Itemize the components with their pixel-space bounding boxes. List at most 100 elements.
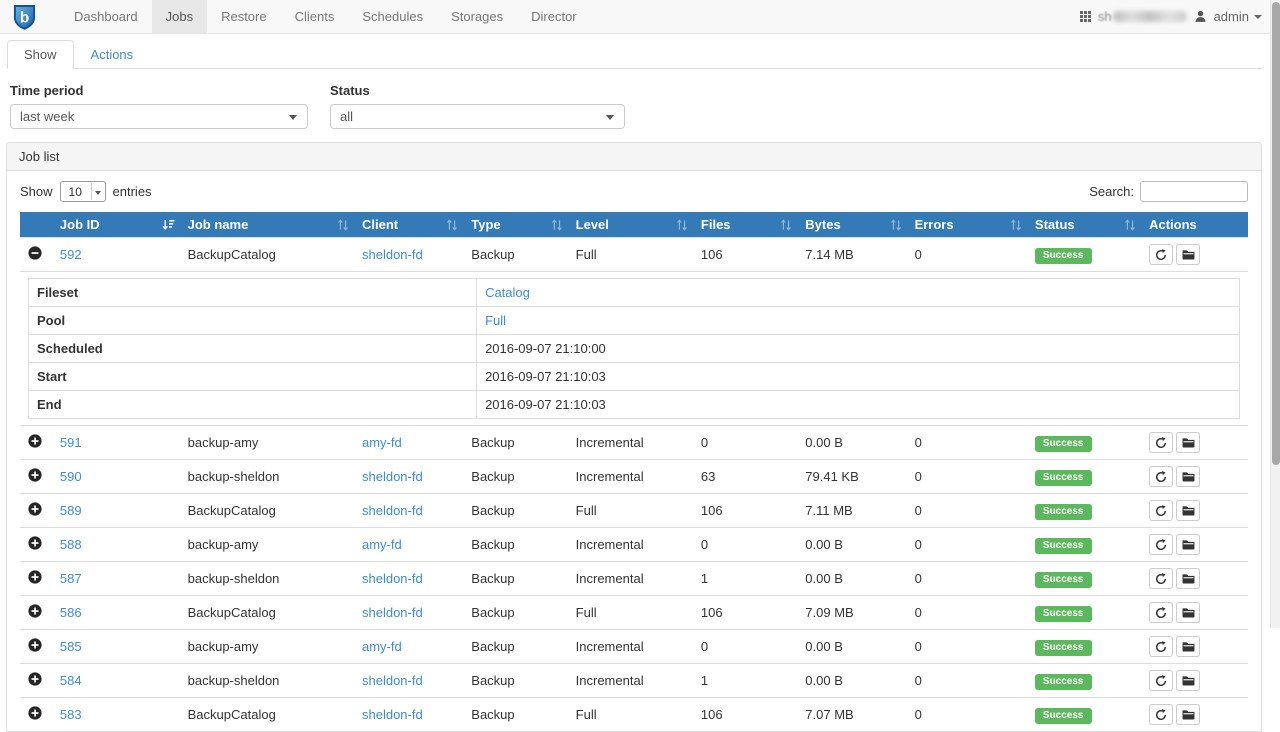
- job-log-button[interactable]: [1176, 602, 1200, 623]
- client-link[interactable]: sheldon-fd: [362, 571, 423, 586]
- user-menu[interactable]: admin: [1214, 9, 1262, 24]
- job-log-button[interactable]: [1176, 568, 1200, 589]
- job-id-link[interactable]: 590: [60, 469, 82, 484]
- client-link[interactable]: amy-fd: [362, 435, 402, 450]
- job-id-link[interactable]: 584: [60, 673, 82, 688]
- job-log-button[interactable]: [1176, 466, 1200, 487]
- rerun-job-button[interactable]: [1149, 670, 1173, 691]
- rerun-job-button[interactable]: [1149, 466, 1173, 487]
- errors-cell: 0: [907, 460, 1027, 494]
- type-cell: Backup: [463, 426, 567, 460]
- job-id-link[interactable]: 589: [60, 503, 82, 518]
- level-cell: Incremental: [568, 528, 693, 562]
- client-link[interactable]: amy-fd: [362, 537, 402, 552]
- job-log-button[interactable]: [1176, 500, 1200, 521]
- rerun-job-button[interactable]: [1149, 602, 1173, 623]
- job-id-link[interactable]: 586: [60, 605, 82, 620]
- nav-link-director[interactable]: Director: [517, 0, 591, 33]
- folder-icon: [1182, 675, 1195, 686]
- column-header-status[interactable]: Status: [1027, 212, 1141, 238]
- column-label: Job name: [188, 217, 249, 232]
- page-length-wrap: 10: [60, 181, 106, 202]
- job-id-link[interactable]: 585: [60, 639, 82, 654]
- time-period-select[interactable]: last week: [11, 105, 307, 128]
- brand-logo[interactable]: b: [13, 0, 44, 33]
- column-header-type[interactable]: Type: [463, 212, 567, 238]
- rerun-job-button[interactable]: [1149, 636, 1173, 657]
- page-length-select[interactable]: 10: [61, 182, 105, 201]
- status-badge: Success: [1035, 436, 1092, 452]
- job-log-button[interactable]: [1176, 636, 1200, 657]
- nav-link-restore[interactable]: Restore: [207, 0, 281, 33]
- job-log-button[interactable]: [1176, 534, 1200, 555]
- client-link[interactable]: sheldon-fd: [362, 503, 423, 518]
- rerun-job-button[interactable]: [1149, 500, 1173, 521]
- nav-link-jobs[interactable]: Jobs: [152, 0, 207, 33]
- job-log-button[interactable]: [1176, 704, 1200, 725]
- column-header-client[interactable]: Client: [354, 212, 463, 238]
- column-header-files[interactable]: Files: [693, 212, 797, 238]
- status-select[interactable]: all: [331, 105, 624, 128]
- status-badge: Success: [1035, 708, 1092, 724]
- client-link[interactable]: amy-fd: [362, 639, 402, 654]
- grid-apps-icon[interactable]: [1080, 11, 1091, 22]
- rerun-job-button[interactable]: [1149, 244, 1173, 265]
- client-link[interactable]: sheldon-fd: [362, 469, 423, 484]
- nav-link-storages[interactable]: Storages: [437, 0, 517, 33]
- detail-value-link[interactable]: Catalog: [485, 285, 530, 300]
- expand-row-button[interactable]: [28, 604, 42, 618]
- tab-show[interactable]: Show: [7, 40, 74, 69]
- column-header-level[interactable]: Level: [568, 212, 693, 238]
- detail-value: 2016-09-07 21:10:03: [485, 369, 606, 384]
- expand-row-button[interactable]: [28, 672, 42, 686]
- column-header-job-name[interactable]: Job name: [180, 212, 354, 238]
- nav-item-schedules: Schedules: [348, 0, 437, 33]
- client-link[interactable]: sheldon-fd: [362, 673, 423, 688]
- nav-link-dashboard[interactable]: Dashboard: [60, 0, 152, 33]
- collapse-row-button[interactable]: [28, 246, 42, 260]
- job-id-link[interactable]: 588: [60, 537, 82, 552]
- circular-arrow-icon: [1155, 437, 1167, 449]
- rerun-job-button[interactable]: [1149, 568, 1173, 589]
- job-id-link[interactable]: 587: [60, 571, 82, 586]
- detail-value-link[interactable]: Full: [485, 313, 506, 328]
- client-link[interactable]: sheldon-fd: [362, 707, 423, 722]
- rerun-job-button[interactable]: [1149, 534, 1173, 555]
- column-header-errors[interactable]: Errors: [907, 212, 1027, 238]
- bytes-cell: 79.41 KB: [797, 460, 906, 494]
- column-header-bytes[interactable]: Bytes: [797, 212, 906, 238]
- expand-row-button[interactable]: [28, 638, 42, 652]
- errors-cell: 0: [907, 528, 1027, 562]
- job-id-link[interactable]: 591: [60, 435, 82, 450]
- expand-row-button[interactable]: [28, 502, 42, 516]
- job-row: 591backup-amyamy-fdBackupIncremental00.0…: [20, 426, 1248, 460]
- expand-row-button[interactable]: [28, 570, 42, 584]
- expand-row-button[interactable]: [28, 706, 42, 720]
- client-link[interactable]: sheldon-fd: [362, 247, 423, 262]
- column-header-job-id[interactable]: Job ID: [52, 212, 180, 238]
- tab-actions[interactable]: Actions: [74, 40, 151, 69]
- job-name-cell: backup-amy: [180, 426, 354, 460]
- bytes-cell: 0.00 B: [797, 426, 906, 460]
- folder-icon: [1182, 607, 1195, 618]
- job-id-link[interactable]: 592: [60, 247, 82, 262]
- rerun-job-button[interactable]: [1149, 432, 1173, 453]
- expand-row-button[interactable]: [28, 536, 42, 550]
- job-log-button[interactable]: [1176, 432, 1200, 453]
- scrollbar-thumb[interactable]: [1272, 2, 1280, 465]
- job-log-button[interactable]: [1176, 244, 1200, 265]
- client-link[interactable]: sheldon-fd: [362, 605, 423, 620]
- rerun-job-button[interactable]: [1149, 704, 1173, 725]
- job-log-button[interactable]: [1176, 670, 1200, 691]
- nav-link-schedules[interactable]: Schedules: [348, 0, 437, 33]
- files-cell: 106: [693, 238, 797, 272]
- detail-row: PoolFull: [29, 307, 1240, 335]
- files-cell: 106: [693, 494, 797, 528]
- job-id-link[interactable]: 583: [60, 707, 82, 722]
- search-input[interactable]: [1140, 181, 1248, 202]
- expand-row-button[interactable]: [28, 434, 42, 448]
- nav-link-clients[interactable]: Clients: [281, 0, 349, 33]
- nav-item-director: Director: [517, 0, 591, 33]
- job-name-cell: backup-amy: [180, 630, 354, 664]
- expand-row-button[interactable]: [28, 468, 42, 482]
